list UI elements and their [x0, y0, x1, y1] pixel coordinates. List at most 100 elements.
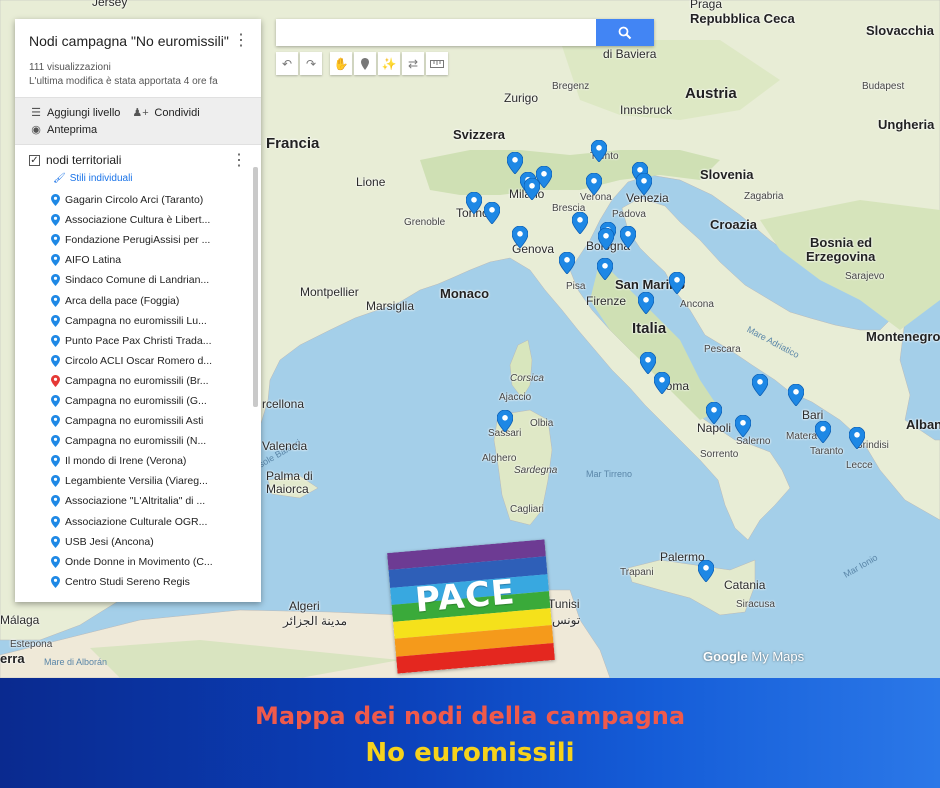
hand-icon[interactable]: ✋: [330, 52, 352, 75]
list-item[interactable]: Centro Studi Sereno Regis: [51, 572, 261, 592]
share-button[interactable]: Condividi: [154, 107, 199, 119]
list-item[interactable]: Associazione "L'Altritalia" di ...: [51, 491, 261, 511]
map-label-lecce: Lecce: [846, 460, 873, 471]
list-item[interactable]: Campagna no euromissili (N...: [51, 431, 261, 451]
list-item-label: Associazione Cultura è Libert...: [65, 214, 211, 227]
individual-styles-link[interactable]: Stili individuali: [70, 173, 133, 184]
map-marker-icon[interactable]: [506, 151, 524, 175]
map-marker-icon[interactable]: [596, 257, 614, 281]
map-marker-icon[interactable]: [511, 225, 529, 249]
mymaps-logo-text: My Maps: [751, 649, 805, 664]
list-item-label: Il mondo di Irene (Verona): [65, 455, 187, 468]
redo-icon[interactable]: ↷: [300, 52, 322, 75]
map-marker-icon[interactable]: [571, 211, 589, 235]
list-item[interactable]: Il mondo di Irene (Verona): [51, 451, 261, 471]
map-label-svizzera: Svizzera: [453, 127, 506, 142]
map-marker-icon: [51, 575, 60, 588]
map-label-siracusa: Siracusa: [736, 599, 775, 610]
map-marker-icon[interactable]: [653, 371, 671, 395]
pace-flag: PACE: [387, 539, 555, 674]
panel-scrollbar[interactable]: [253, 167, 258, 407]
map-marker-icon[interactable]: [751, 373, 769, 397]
map-marker-icon[interactable]: [668, 271, 686, 295]
views-count: 111 visualizzazioni: [29, 62, 111, 73]
map-marker-icon[interactable]: [483, 201, 501, 225]
layer-name[interactable]: nodi territoriali: [46, 153, 121, 167]
search-icon: [618, 26, 632, 39]
map-marker-icon: [51, 354, 60, 367]
list-item[interactable]: Sindaco Comune di Landrian...: [51, 270, 261, 290]
map-label-slovenia: Slovenia: [700, 167, 754, 182]
list-item[interactable]: Arca della pace (Foggia): [51, 290, 261, 310]
map-label-terra: erra: [0, 651, 25, 666]
list-item[interactable]: Circolo ACLI Oscar Romero d...: [51, 351, 261, 371]
more-options-icon[interactable]: ⋮: [233, 33, 249, 49]
map-marker-icon[interactable]: [639, 351, 657, 375]
list-item[interactable]: Onde Donne in Movimento (C...: [51, 552, 261, 572]
map-marker-icon[interactable]: [787, 383, 805, 407]
map-marker-icon[interactable]: [523, 177, 541, 201]
side-panel: Nodi campagna "No euromissili" ⋮ 111 vis…: [15, 19, 261, 602]
layer-checkbox[interactable]: ✓: [29, 154, 40, 166]
map-label-innsbruck: Innsbruck: [620, 103, 673, 117]
map-marker-icon[interactable]: [637, 291, 655, 315]
list-item-label: Campagna no euromissili (N...: [65, 435, 207, 448]
map-marker-icon[interactable]: [496, 409, 514, 433]
list-item[interactable]: Associazione Cultura è Libert...: [51, 210, 261, 230]
line-icon[interactable]: ✨: [378, 52, 400, 75]
layer-options-icon[interactable]: ⋮: [231, 153, 247, 169]
ruler-icon[interactable]: [426, 52, 448, 75]
banner-title: Mappa dei nodi della campagna: [254, 702, 686, 730]
list-item[interactable]: Campagna no euromissili (G...: [51, 391, 261, 411]
list-item-label: Gagarin Circolo Arci (Taranto): [65, 194, 204, 207]
map-marker-icon[interactable]: [590, 139, 608, 163]
map-marker-icon: [51, 274, 60, 287]
map-marker-icon[interactable]: [697, 559, 715, 583]
map-label-sarajevo: Sarajevo: [845, 271, 885, 282]
google-my-maps-logo: Google My Maps: [703, 649, 804, 664]
list-item[interactable]: USB Jesi (Ancona): [51, 532, 261, 552]
map-label-maretirreno: Mar Tirreno: [586, 469, 633, 479]
map-marker-icon[interactable]: [814, 420, 832, 444]
map-marker-icon[interactable]: [619, 225, 637, 249]
list-item-label: Associazione "L'Altritalia" di ...: [65, 495, 206, 508]
map-label-cagliari: Cagliari: [510, 504, 544, 515]
list-item[interactable]: Punto Pace Pax Christi Trada...: [51, 331, 261, 351]
list-item[interactable]: Campagna no euromissili Lu...: [51, 311, 261, 331]
list-item-label: Punto Pace Pax Christi Trada...: [65, 334, 212, 347]
map-label-algeri1: Algeri: [289, 599, 320, 613]
list-item[interactable]: Gagarin Circolo Arci (Taranto): [51, 190, 261, 210]
map-marker-icon[interactable]: [848, 426, 866, 450]
list-item[interactable]: Legambiente Versilia (Viareg...: [51, 471, 261, 491]
map-marker-icon[interactable]: [597, 227, 615, 251]
map-label-olbia: Olbia: [530, 418, 554, 429]
map-marker-icon[interactable]: [705, 401, 723, 425]
map-label-albania: Albani: [906, 417, 940, 432]
list-item[interactable]: AIFO Latina: [51, 250, 261, 270]
list-item[interactable]: Campagna no euromissili (Br...: [51, 371, 261, 391]
search-button[interactable]: [596, 19, 654, 46]
map-marker-icon[interactable]: [465, 191, 483, 215]
list-item-label: Campagna no euromissili (Br...: [65, 374, 209, 387]
list-item[interactable]: Fondazione PerugiAssisi per ...: [51, 230, 261, 250]
preview-button[interactable]: Anteprima: [47, 124, 97, 136]
map-search-input[interactable]: [276, 19, 596, 46]
map-marker-icon[interactable]: [585, 172, 603, 196]
map-toolbar: ↶ ↷ ✋ ✨ ⇄: [276, 52, 448, 75]
map-title[interactable]: Nodi campagna "No euromissili": [29, 33, 247, 49]
map-label-sorrento: Sorrento: [700, 449, 739, 460]
directions-icon[interactable]: ⇄: [402, 52, 424, 75]
undo-icon[interactable]: ↶: [276, 52, 298, 75]
map-marker-icon[interactable]: [734, 414, 752, 438]
list-item[interactable]: Associazione Culturale OGR...: [51, 512, 261, 532]
list-item[interactable]: Campagna no euromissili Asti: [51, 411, 261, 431]
map-label-marsiglia: Marsiglia: [366, 299, 415, 313]
eye-icon: ◉: [31, 124, 41, 136]
map-marker-icon[interactable]: [558, 251, 576, 275]
map-label-ungheria: Ungheria: [878, 117, 935, 132]
map-label-ancona: Ancona: [680, 299, 714, 310]
map-marker-icon[interactable]: [635, 172, 653, 196]
marker-icon[interactable]: [354, 52, 376, 75]
map-label-slovacchia: Slovacchia: [866, 23, 934, 38]
add-layer-button[interactable]: Aggiungi livello: [47, 107, 120, 119]
